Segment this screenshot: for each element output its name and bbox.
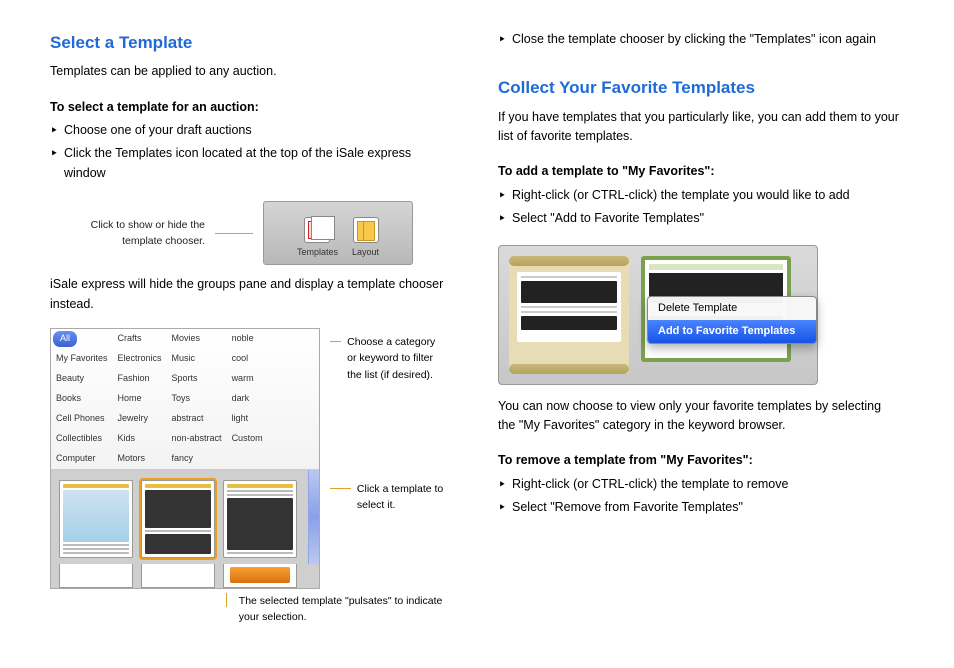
- collect-text: If you have templates that you particula…: [498, 108, 900, 147]
- heading-select-template: Select a Template: [50, 30, 452, 56]
- step: Right-click (or CTRL-click) the template…: [498, 475, 900, 494]
- category[interactable]: Sports: [167, 369, 227, 389]
- category[interactable]: Fashion: [113, 369, 167, 389]
- toolbar-figure: Click to show or hide the template choos…: [50, 201, 452, 265]
- step: Choose one of your draft auctions: [50, 121, 452, 140]
- category[interactable]: Custom: [227, 429, 273, 449]
- template-thumbnail-selected[interactable]: [141, 480, 215, 558]
- step: Select "Remove from Favorite Templates": [498, 498, 900, 517]
- category[interactable]: light: [227, 409, 273, 429]
- intro-text: Templates can be applied to any auction.: [50, 62, 452, 81]
- templates-button[interactable]: Templates: [297, 217, 338, 260]
- add-steps: Right-click (or CTRL-click) the template…: [498, 186, 900, 233]
- right-column: Close the template chooser by clicking t…: [498, 30, 900, 638]
- connector-line: [215, 233, 253, 234]
- category[interactable]: abstract: [167, 409, 227, 429]
- template-thumbnail[interactable]: [223, 564, 297, 588]
- subhead-remove: To remove a template from "My Favorites"…: [498, 451, 900, 470]
- menu-add-to-favorites[interactable]: Add to Favorite Templates: [648, 320, 816, 343]
- category[interactable]: Beauty: [51, 369, 113, 389]
- left-column: Select a Template Templates can be appli…: [50, 30, 452, 638]
- category[interactable]: dark: [227, 389, 273, 409]
- toolbar: Templates Layout: [263, 201, 413, 265]
- callout-click-template: Click a template to select it.: [330, 481, 446, 514]
- category[interactable]: noble: [227, 329, 273, 349]
- category-all[interactable]: All: [53, 331, 77, 347]
- template-thumbnail[interactable]: [59, 564, 133, 588]
- menu-delete-template[interactable]: Delete Template: [648, 297, 816, 320]
- category[interactable]: Crafts: [113, 329, 167, 349]
- scroll-template-thumb[interactable]: [509, 256, 629, 374]
- layout-label: Layout: [352, 246, 379, 260]
- chooser-figure: All Crafts Movies noble My Favorites Ele…: [50, 328, 452, 589]
- context-menu: Delete Template Add to Favorite Template…: [647, 296, 817, 344]
- step: Right-click (or CTRL-click) the template…: [498, 186, 900, 205]
- step: Click the Templates icon located at the …: [50, 144, 452, 183]
- category[interactable]: Collectibles: [51, 429, 113, 449]
- category[interactable]: Movies: [167, 329, 227, 349]
- template-thumbnail[interactable]: [223, 480, 297, 558]
- category[interactable]: My Favorites: [51, 349, 113, 369]
- category[interactable]: warm: [227, 369, 273, 389]
- category-grid: All Crafts Movies noble My Favorites Ele…: [51, 329, 319, 470]
- remove-steps: Right-click (or CTRL-click) the template…: [498, 475, 900, 522]
- category[interactable]: Computer: [51, 449, 113, 469]
- category[interactable]: Jewelry: [113, 409, 167, 429]
- template-chooser: All Crafts Movies noble My Favorites Ele…: [50, 328, 320, 589]
- hide-text: iSale express will hide the groups pane …: [50, 275, 452, 314]
- category[interactable]: Books: [51, 389, 113, 409]
- callout-toolbar: Click to show or hide the template choos…: [50, 217, 205, 250]
- templates-icon: [304, 217, 330, 243]
- category[interactable]: Cell Phones: [51, 409, 113, 429]
- templates-label: Templates: [297, 246, 338, 260]
- category[interactable]: Electronics: [113, 349, 167, 369]
- view-favorites-text: You can now choose to view only your fav…: [498, 397, 900, 436]
- category[interactable]: fancy: [167, 449, 227, 469]
- chooser-callouts: Choose a category or keyword to filter t…: [330, 334, 446, 513]
- step: Select "Add to Favorite Templates": [498, 209, 900, 228]
- callout-category: Choose a category or keyword to filter t…: [330, 334, 446, 383]
- template-thumbnails-row2: [51, 564, 319, 588]
- select-steps: Choose one of your draft auctions Click …: [50, 121, 452, 187]
- category[interactable]: Toys: [167, 389, 227, 409]
- heading-collect: Collect Your Favorite Templates: [498, 75, 900, 101]
- template-thumbnails: [51, 470, 319, 564]
- template-thumbnail[interactable]: [141, 564, 215, 588]
- step: Close the template chooser by clicking t…: [498, 30, 900, 49]
- subhead-select: To select a template for an auction:: [50, 98, 452, 117]
- category[interactable]: non-abstract: [167, 429, 227, 449]
- category[interactable]: Kids: [113, 429, 167, 449]
- subhead-add: To add a template to "My Favorites":: [498, 162, 900, 181]
- category[interactable]: Home: [113, 389, 167, 409]
- close-step: Close the template chooser by clicking t…: [498, 30, 900, 53]
- callout-pulsate: The selected template "pulsates" to indi…: [226, 593, 452, 626]
- category[interactable]: cool: [227, 349, 273, 369]
- layout-icon: [353, 217, 379, 243]
- layout-button[interactable]: Layout: [352, 217, 379, 260]
- category[interactable]: Music: [167, 349, 227, 369]
- template-thumbnail[interactable]: [59, 480, 133, 558]
- category[interactable]: Motors: [113, 449, 167, 469]
- context-menu-figure: Delete Template Add to Favorite Template…: [498, 245, 818, 385]
